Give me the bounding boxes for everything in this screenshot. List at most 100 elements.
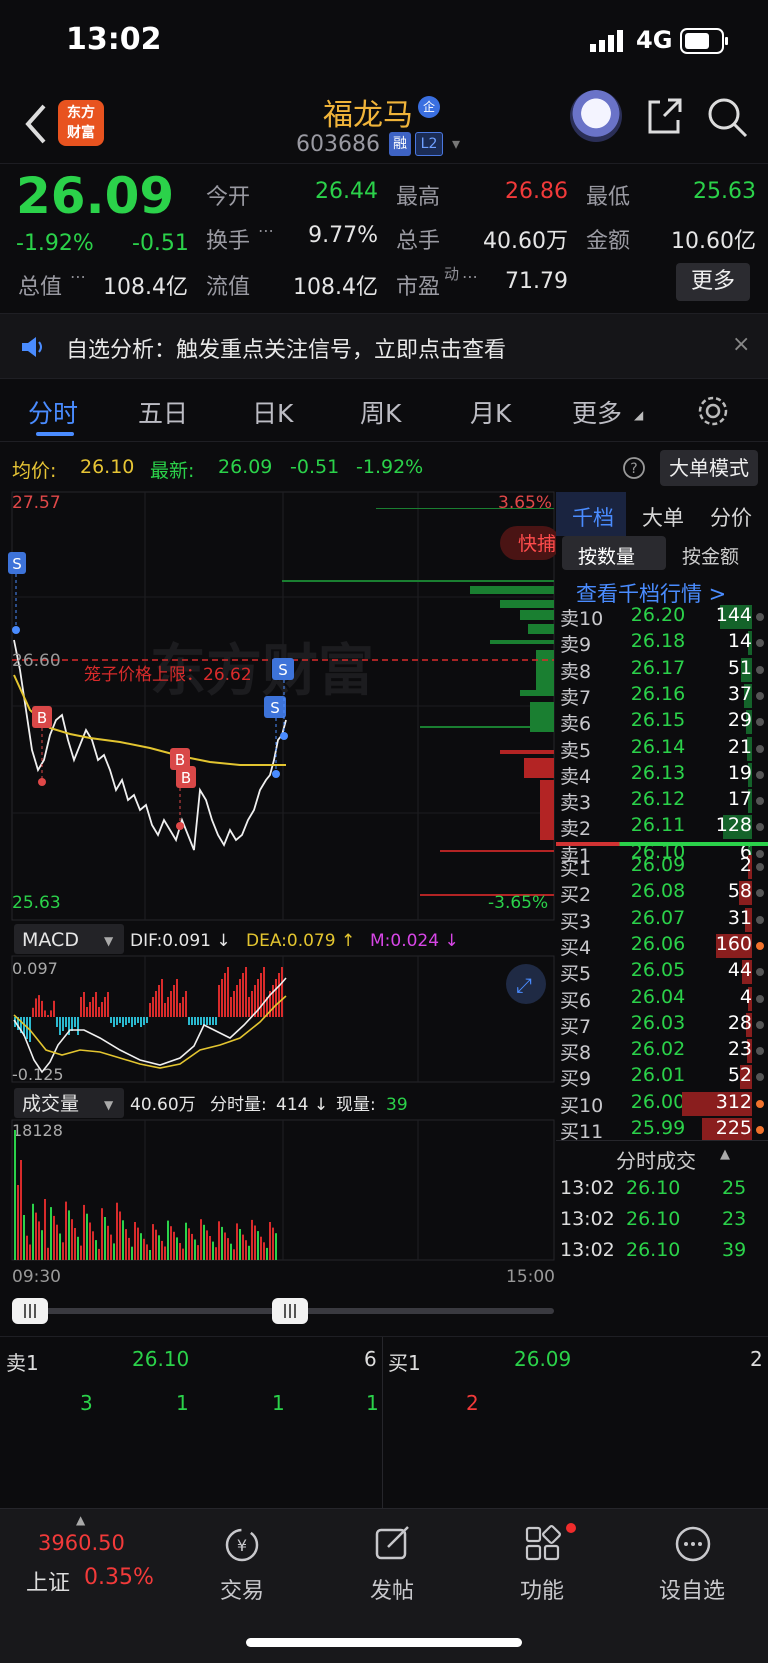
ask-dot [756,613,764,621]
chevron-down-icon[interactable]: ▼ [104,1098,114,1112]
tick-price: 26.10 [626,1239,681,1261]
open-label: 今开 [206,185,251,210]
bid-dot [756,994,764,1003]
ticks-title[interactable]: 分时成交 [616,1145,696,1174]
bid-row[interactable]: 买3 26.07 31 [556,907,768,935]
bid-qty: 58 [727,880,752,903]
add-watchlist-icon [675,1526,711,1562]
tab-five-day[interactable]: 五日 [138,394,188,430]
chevron-down-icon[interactable]: ▾ [452,134,460,153]
tick-time: 13:02 [560,1177,615,1199]
robot-assistant-icon[interactable] [570,90,622,142]
pe-label: 市盈 [396,275,441,300]
ask-row[interactable]: 卖10 26.20 144 [556,604,768,632]
tab-intraday[interactable]: 分时 [28,394,78,430]
latest-percent: -1.92% [356,456,424,478]
macd-dif: DIF:0.091 ↓ [130,931,231,951]
function-icon [525,1525,561,1561]
more-button[interactable]: 更多 [676,263,750,301]
notice-banner[interactable]: 自选分析：触发重点关注信号，立即点击查看 × [0,313,768,379]
bid-qty: 44 [727,959,752,982]
tab-depth[interactable]: 千档 [572,502,614,532]
latest-change: -0.51 [290,456,340,478]
bid-row[interactable]: 买6 26.04 4 [556,986,768,1014]
ask-price: 26.16 [630,682,686,705]
bid-qty: 4 [739,985,752,1008]
stock-name[interactable]: 福龙马 [323,90,413,134]
tab-daily-k[interactable]: 日K [252,394,293,430]
bid-row[interactable]: 买4 26.06 160 [556,933,768,961]
bid-dot [756,889,764,898]
close-icon[interactable]: × [732,332,750,357]
avg-value: 26.10 [80,456,135,478]
chevron-up-icon[interactable]: ▲ [720,1147,730,1162]
bid-price: 25.99 [630,1117,686,1139]
info-icon[interactable]: ⋯ [258,221,274,240]
info-icon[interactable]: ⋯ [70,267,86,286]
ask-level-label: 卖6 [560,713,592,736]
nav-trade[interactable]: ¥ 交易 [182,1509,302,1619]
volume-now-label: 现量: [336,1095,376,1115]
bid-price: 26.02 [630,1038,686,1061]
quick-capture-label[interactable]: 快捕 [518,533,556,555]
bid-row[interactable]: 买8 26.02 23 [556,1038,768,1066]
ask-qty: 19 [727,761,752,784]
volume-minute-label: 分时量: [210,1095,267,1115]
intraday-chart[interactable]: 东方财富 笼子价格上限：26.62 快捕 S B B B S S 27.57 2… [0,490,556,1336]
volume-minute: 414 ↓ [276,1095,328,1115]
tab-price-dist[interactable]: 分价 [710,502,752,532]
latest-value: 26.09 [218,456,273,478]
app-logo[interactable]: 东方 财富 [58,100,104,146]
share-icon[interactable] [644,96,684,136]
ask-row[interactable]: 卖2 26.11 128 [556,814,768,842]
ask-row[interactable]: 卖4 26.13 19 [556,762,768,790]
strip-ask-price: 26.10 [132,1347,190,1371]
bid-price: 26.03 [630,1011,686,1034]
bid-row[interactable]: 买2 26.08 58 [556,880,768,908]
strip-bid-price: 26.09 [514,1347,572,1371]
bid-qty: 312 [715,1090,752,1113]
low-label: 最低 [586,185,631,210]
high-label: 最高 [396,185,441,210]
subtab-by-amount[interactable]: 按金额 [682,542,739,569]
back-button[interactable] [18,94,58,150]
ask-row[interactable]: 卖8 26.17 51 [556,657,768,685]
nav-post[interactable]: 发帖 [332,1509,452,1619]
chevron-down-icon[interactable]: ▼ [104,934,114,948]
svg-text:?: ? [630,461,637,477]
macd-selector[interactable]: MACD [22,929,79,951]
tab-big-order[interactable]: 大单 [642,502,684,532]
ask-row[interactable]: 卖9 26.18 14 [556,630,768,658]
bid-row[interactable]: 买9 26.01 52 [556,1064,768,1092]
tab-weekly-k[interactable]: 周K [360,394,401,430]
ask-dot [756,691,764,700]
ask-level-label: 卖9 [560,634,592,657]
search-icon[interactable] [706,96,748,138]
ask-dot [756,744,764,753]
bid-row[interactable]: 买1 26.09 2 [556,854,768,882]
ask-row[interactable]: 卖5 26.14 21 [556,736,768,764]
gear-icon[interactable] [696,394,730,428]
ask-row[interactable]: 卖6 26.15 29 [556,709,768,737]
nav-add-watchlist[interactable]: 设自选 [632,1509,752,1619]
expand-icon[interactable]: ⤢ [516,973,532,997]
index-percent: 0.35% [84,1565,154,1590]
strip-ask-label: 卖1 [6,1351,39,1375]
subtab-by-quantity[interactable]: 按数量 [578,542,635,569]
help-icon[interactable]: ? [622,456,646,480]
sell-marker: S [270,699,280,717]
volume-selector[interactable]: 成交量 [22,1093,79,1115]
big-order-mode-button[interactable]: 大单模式 [660,450,758,486]
tab-more[interactable]: 更多 [572,394,622,430]
level2-badge[interactable]: L2 [415,132,443,156]
nav-function[interactable]: 功能 [482,1509,602,1619]
info-icon[interactable]: ⋯ [462,267,478,286]
ask-row[interactable]: 卖7 26.16 37 [556,683,768,711]
index-ticker[interactable]: ▲ 3960.50 上证 0.35% [0,1509,170,1619]
tab-monthly-k[interactable]: 月K [470,394,511,430]
tick-time: 13:02 [560,1239,615,1261]
ask-row[interactable]: 卖3 26.12 17 [556,788,768,816]
bid-row[interactable]: 买5 26.05 44 [556,959,768,987]
bid-row[interactable]: 买7 26.03 28 [556,1012,768,1040]
bid-row[interactable]: 买10 26.00 312 [556,1091,768,1119]
